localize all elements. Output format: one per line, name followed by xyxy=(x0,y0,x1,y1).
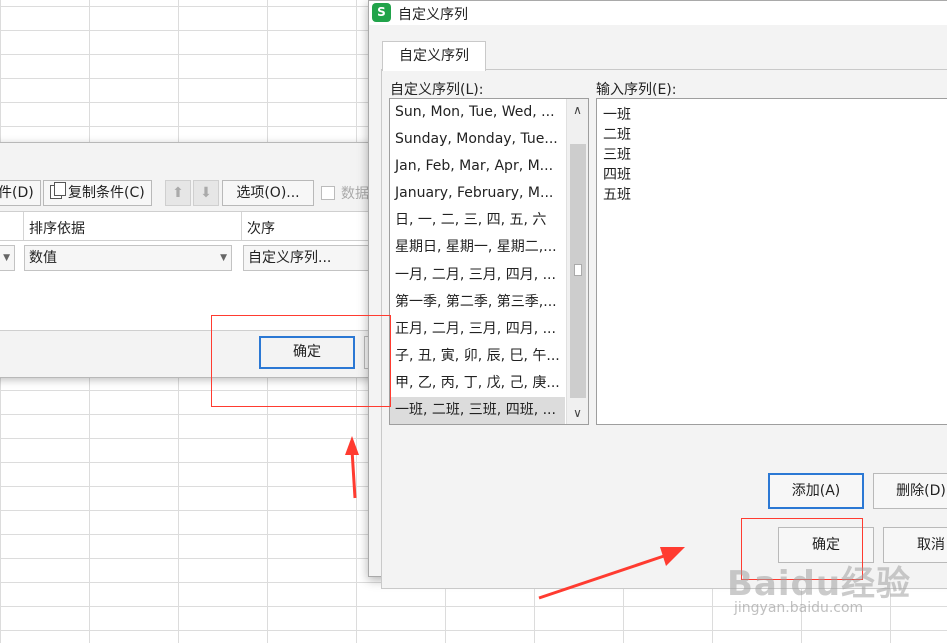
column-divider xyxy=(241,212,242,240)
list-item[interactable]: 星期日, 星期一, 星期二,... xyxy=(390,234,565,261)
scroll-down-icon[interactable]: ∨ xyxy=(567,402,588,424)
chevron-down-icon: ▼ xyxy=(220,253,227,263)
dialog-title: 自定义序列 xyxy=(398,7,468,23)
column-divider xyxy=(23,212,24,240)
header-checkbox-label: 数据 xyxy=(341,186,369,202)
list-item[interactable]: January, February, M... xyxy=(390,180,565,207)
list-item[interactable]: 一班, 二班, 三班, 四班, ... xyxy=(390,397,565,424)
tab-custom-list[interactable]: 自定义序列 xyxy=(382,41,486,71)
input-label: 输入序列(E): xyxy=(596,82,677,98)
header-checkbox[interactable] xyxy=(321,186,335,200)
list-item[interactable]: 甲, 乙, 丙, 丁, 戊, 己, 庚... xyxy=(390,370,565,397)
move-up-button[interactable]: ⬆ xyxy=(165,180,191,206)
copy-condition-button[interactable]: 复制条件(C) xyxy=(43,180,152,206)
input-entries-textarea[interactable]: 一班二班三班四班五班 xyxy=(596,98,947,425)
copy-icon xyxy=(50,182,66,199)
sort-header: 排序依据 次序 xyxy=(0,211,379,241)
baidu-watermark-url: jingyan.baidu.com xyxy=(734,600,864,616)
list-item[interactable]: 正月, 二月, 三月, 四月, ... xyxy=(390,316,565,343)
custom-lists-listbox[interactable]: Sun, Mon, Tue, Wed, ... Sunday, Monday, T… xyxy=(389,98,589,425)
title-bar: S 自定义序列 xyxy=(369,1,947,25)
wps-app-icon: S xyxy=(372,3,391,22)
add-button[interactable]: 添加(A) xyxy=(768,473,864,509)
order-column-header: 次序 xyxy=(247,221,275,237)
list-item[interactable]: Sunday, Monday, Tue... xyxy=(390,126,565,153)
arrow-up-head xyxy=(345,436,359,455)
sort-by-combo[interactable]: 数值 ▼ xyxy=(24,245,232,271)
list-item[interactable]: 子, 丑, 寅, 卯, 辰, 巳, 午... xyxy=(390,343,565,370)
column-combo[interactable]: ▼ xyxy=(0,245,15,271)
list-item[interactable]: 一月, 二月, 三月, 四月, ... xyxy=(390,262,565,289)
options-button[interactable]: 选项(O)... xyxy=(222,180,314,206)
input-entry-line: 二班 xyxy=(603,127,631,143)
move-down-button[interactable]: ⬇ xyxy=(193,180,219,206)
scroll-thumb[interactable] xyxy=(570,144,586,398)
lists-label: 自定义序列(L): xyxy=(390,82,484,98)
scroll-grip xyxy=(574,264,582,276)
input-entry-line: 五班 xyxy=(603,187,631,203)
sort-by-column-header: 排序依据 xyxy=(29,221,85,237)
list-item[interactable]: 第一季, 第二季, 第三季,... xyxy=(390,289,565,316)
input-entries: 一班二班三班四班五班 xyxy=(603,105,947,205)
annotation-box-sort-ok xyxy=(211,315,391,407)
order-value: 自定义序列... xyxy=(248,250,332,266)
arrow-up-line xyxy=(350,449,357,499)
list-item[interactable]: Sun, Mon, Tue, Wed, ... xyxy=(390,99,565,126)
order-combo[interactable]: 自定义序列... xyxy=(243,245,373,271)
delete-condition-button[interactable]: 件(D) xyxy=(0,180,41,206)
scroll-up-icon[interactable]: ∧ xyxy=(567,99,588,121)
delete-button[interactable]: 删除(D) xyxy=(873,473,947,509)
sort-by-value: 数值 xyxy=(29,250,57,266)
baidu-watermark-logo: Baidu经验 xyxy=(727,564,912,604)
input-entry-line: 三班 xyxy=(603,147,631,163)
chevron-down-icon: ▼ xyxy=(3,253,10,263)
listbox-scrollbar[interactable]: ∧ ∨ xyxy=(566,99,588,424)
input-entry-line: 四班 xyxy=(603,167,631,183)
sort-toolbar: 件(D) 复制条件(C) ⬆ ⬇ 选项(O)... 数据 xyxy=(0,177,379,209)
copy-condition-label: 复制条件(C) xyxy=(68,185,145,201)
list-items: Sun, Mon, Tue, Wed, ... Sunday, Monday, T… xyxy=(390,99,588,424)
input-entry-line: 一班 xyxy=(603,107,631,123)
list-item[interactable]: Jan, Feb, Mar, Apr, M... xyxy=(390,153,565,180)
custom-list-dialog: S 自定义序列 自定义序列 自定义序列(L): 输入序列(E): Sun, Mo… xyxy=(368,0,947,589)
list-item[interactable]: 日, 一, 二, 三, 四, 五, 六 xyxy=(390,207,565,234)
